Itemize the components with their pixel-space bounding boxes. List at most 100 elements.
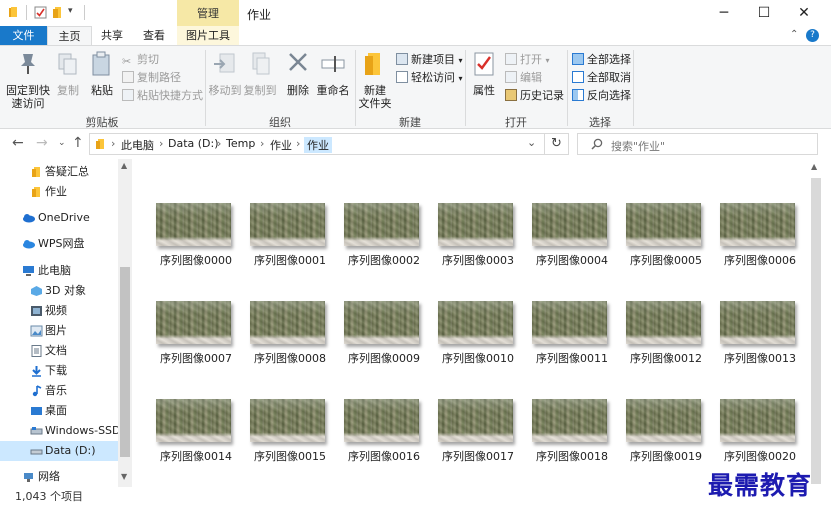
copy-button[interactable]: 复制 [54,50,82,97]
close-button[interactable]: ✕ [784,0,824,27]
breadcrumb-temp[interactable]: Temp [226,137,255,150]
file-tile[interactable]: 序列图像0012 [622,301,710,381]
minimize-button[interactable]: ─ [704,0,744,27]
drive-icon [30,449,43,455]
nav-item-qa-answers[interactable]: 答疑汇总 [0,162,118,182]
nav-item-this-pc[interactable]: 此电脑 [0,261,118,281]
copy-to-button[interactable]: 复制到 [243,50,277,97]
breadcrumb-homework[interactable]: 作业 [270,137,292,153]
manage-tab[interactable]: 管理 [177,0,239,26]
easy-access-label: 轻松访问 [411,71,455,84]
file-tile[interactable]: 序列图像0017 [434,399,522,479]
file-tile[interactable]: 序列图像0013 [716,301,804,381]
file-tile[interactable]: 序列图像0004 [528,203,616,283]
breadcrumb-separator: › [260,137,265,150]
properties-button[interactable]: 属性 [470,50,498,97]
nav-item-data-drive[interactable]: Data (D:) [0,441,118,461]
history-button[interactable]: 历史记录 [505,87,564,104]
search-input[interactable]: 搜索"作业" [577,133,818,155]
refresh-button[interactable]: ↻ [545,133,569,155]
delete-button[interactable]: 删除 [284,50,312,97]
file-tile[interactable]: 序列图像0011 [528,301,616,381]
cut-button[interactable]: ✂ 剪切 [122,51,159,68]
invert-selection-button[interactable]: 反向选择 [572,87,631,104]
new-folder-icon[interactable] [52,6,65,19]
nav-item-homework[interactable]: 作业 [0,182,118,202]
easy-access-button[interactable]: 轻松访问 ▾ [396,69,463,86]
image-thumbnail [250,301,325,344]
open-button[interactable]: 打开 ▾ [505,51,550,68]
file-tile[interactable]: 序列图像0016 [340,399,428,479]
nav-item-label: OneDrive [38,211,90,224]
file-tile[interactable]: 序列图像0008 [246,301,334,381]
file-tile[interactable]: 序列图像0019 [622,399,710,479]
nav-item-documents[interactable]: 文档 [0,341,118,361]
tab-home[interactable]: 主页 [47,26,92,46]
nav-item-network[interactable]: 网络 [0,467,118,487]
address-bar[interactable]: › 此电脑 › Data (D:) › Temp › 作业 › 作业 ⌄ [89,133,545,155]
file-tile[interactable]: 序列图像0005 [622,203,710,283]
nav-item-downloads[interactable]: 下载 [0,361,118,381]
tab-picture-tools[interactable]: 图片工具 [177,26,239,46]
file-tile[interactable]: 序列图像0014 [152,399,240,479]
collapse-ribbon-icon[interactable]: ⌃ [790,29,798,40]
file-tile[interactable]: 序列图像0006 [716,203,804,283]
forward-arrow-icon[interactable]: → [36,135,48,151]
help-icon[interactable]: ? [806,29,819,42]
address-dropdown-icon[interactable]: ⌄ [527,136,536,149]
nav-item-windows-ssd[interactable]: Windows-SSD ( [0,421,118,441]
nav-item-3d-objects[interactable]: 3D 对象 [0,281,118,301]
scroll-down-icon[interactable]: ▼ [121,472,127,481]
rename-button[interactable]: 重命名 [316,50,350,97]
breadcrumb-current[interactable]: 作业 [304,137,332,153]
nav-item-onedrive[interactable]: OneDrive [0,208,118,228]
nav-item-desktop[interactable]: 桌面 [0,401,118,421]
customize-quick-access-icon[interactable]: ▾ [68,6,73,16]
file-tile[interactable]: 序列图像0018 [528,399,616,479]
nav-item-wps-drive[interactable]: WPS网盘 [0,234,118,254]
back-arrow-icon[interactable]: ← [12,135,24,151]
nav-item-videos[interactable]: 视频 [0,301,118,321]
file-tile[interactable]: 序列图像0002 [340,203,428,283]
paste-shortcut-button[interactable]: 粘贴快捷方式 [122,87,203,104]
pin-quick-access-button[interactable]: 固定到快 速访问 [6,50,50,110]
select-none-button[interactable]: 全部取消 [572,69,631,86]
breadcrumb-this-pc[interactable]: 此电脑 [121,137,154,153]
watermark-text: 最需教育 [708,471,813,500]
file-tile[interactable]: 序列图像0010 [434,301,522,381]
file-tile[interactable]: 序列图像0015 [246,399,334,479]
breadcrumb-data-drive[interactable]: Data (D:) [168,137,219,150]
move-to-button[interactable]: 移动到 [208,50,242,97]
navigation-pane: 答疑汇总 作业 OneDrive WPS网盘 此电脑 3D 对象 视频 图片 文… [0,159,133,487]
clipboard-group-label: 剪贴板 [85,116,119,129]
scroll-up-icon[interactable]: ▲ [811,162,817,171]
file-tile[interactable]: 序列图像0009 [340,301,428,381]
copy-to-icon [252,52,270,75]
tab-file[interactable]: 文件 [0,26,47,46]
new-item-button[interactable]: 新建项目 ▾ [396,51,463,68]
recent-locations-icon[interactable]: ⌄ [58,138,66,148]
nav-item-pictures[interactable]: 图片 [0,321,118,341]
select-all-button[interactable]: 全部选择 [572,51,631,68]
maximize-button[interactable]: ☐ [744,0,784,27]
file-tile[interactable]: 序列图像0001 [246,203,334,283]
properties-icon[interactable] [34,6,47,19]
file-tile[interactable]: 序列图像0000 [152,203,240,283]
content-scrollbar-thumb[interactable] [811,178,821,484]
tab-share[interactable]: 共享 [92,26,132,46]
new-folder-button[interactable]: 新建 文件夹 [358,50,392,110]
copy-path-button[interactable]: 复制路径 [122,69,181,86]
tab-view[interactable]: 查看 [132,26,176,46]
file-tile[interactable]: 序列图像0007 [152,301,240,381]
edit-button[interactable]: 编辑 [505,69,542,86]
easy-access-icon [396,71,408,83]
breadcrumb-separator: › [111,137,116,150]
file-name: 序列图像0017 [442,450,514,463]
up-arrow-icon[interactable]: ↑ [72,135,84,151]
nav-scrollbar[interactable]: ▲ ▼ [118,159,132,487]
scroll-up-icon[interactable]: ▲ [121,161,127,170]
file-tile[interactable]: 序列图像0003 [434,203,522,283]
nav-scrollbar-thumb[interactable] [120,267,130,457]
nav-item-music[interactable]: 音乐 [0,381,118,401]
paste-button[interactable]: 粘贴 [88,50,116,97]
